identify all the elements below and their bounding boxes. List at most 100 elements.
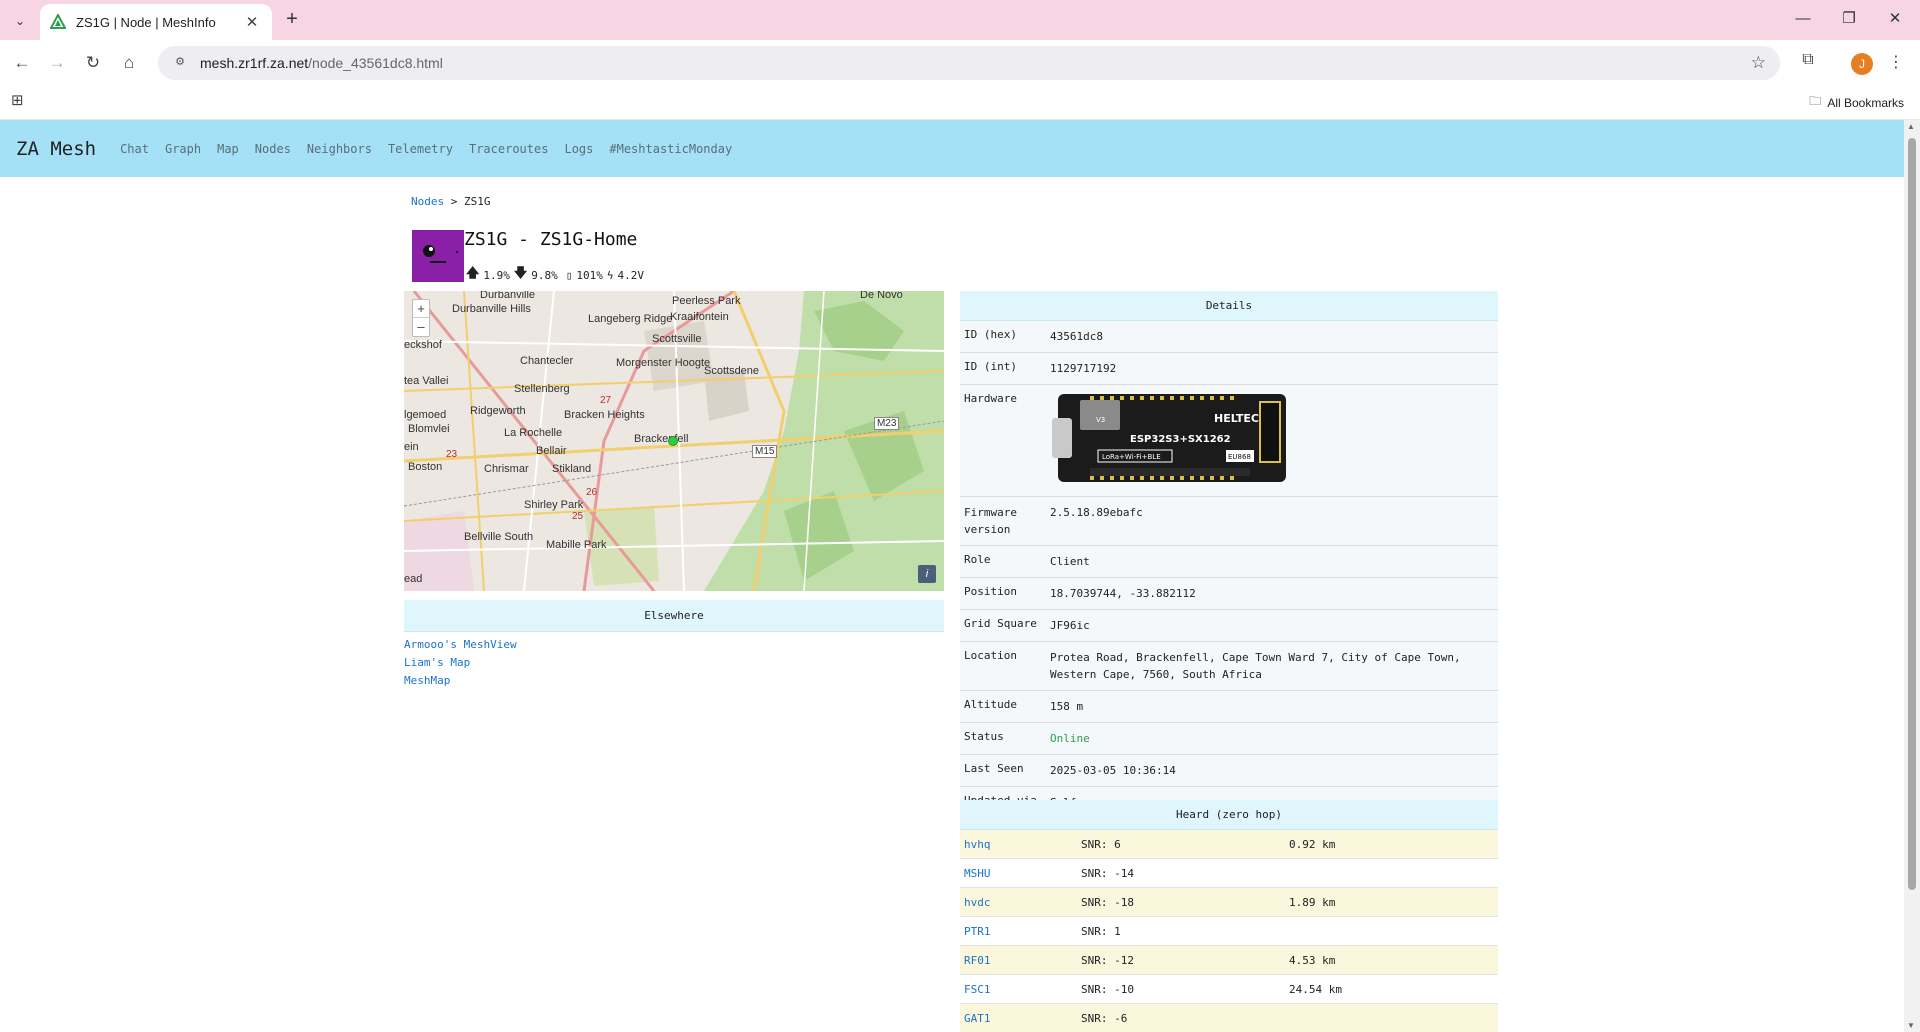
battery-icon: ▯ [565,268,573,282]
map-zoom-in-button[interactable]: + [413,300,429,318]
scroll-up-arrow-icon[interactable]: ▲ [1907,122,1915,131]
details-value: Client [1050,555,1090,568]
heard-node-link[interactable]: FSC1 [960,983,1081,996]
site-info-icon[interactable]: ⚙ [172,55,188,71]
heard-snr: SNR: -10 [1081,982,1134,996]
breadcrumb-nodes-link[interactable]: Nodes [411,195,444,208]
elsewhere-links: Armooo's MeshView Liam's Map MeshMap [404,636,517,690]
nav-link-traceroutes[interactable]: Traceroutes [469,142,548,156]
window-close-icon[interactable]: ✕ [1872,8,1918,32]
nav-link-nodes[interactable]: Nodes [255,142,291,156]
all-bookmarks-label: All Bookmarks [1827,95,1904,110]
details-value: 43561dc8 [1050,330,1103,343]
tab-search-chevron-icon[interactable]: ⌄ [8,9,32,33]
site-brand[interactable]: ZA Mesh [16,138,96,160]
heard-node-link[interactable]: GAT1 [960,1012,1081,1025]
nav-link-graph[interactable]: Graph [165,142,201,156]
map-place-label: Durbanville [480,291,536,301]
map-place-label: Scottsville [652,333,702,345]
nav-link-map[interactable]: Map [217,142,239,156]
map-place-label: 26 [586,487,598,498]
heard-snr: SNR: -12 [1081,953,1134,967]
map-place-label: Bellair [536,445,567,457]
table-row: GAT1 SNR: -6 [960,1004,1498,1032]
heard-snr: SNR: -18 [1081,895,1134,909]
map-place-label: Blomvlei [408,423,450,435]
node-avatar [412,230,464,282]
map-place-label: ein [404,441,419,453]
details-label: Firmware version [964,506,1017,536]
map-place-label: Ridgeworth [470,405,526,417]
table-row: RF01 SNR: -12 4.53 km [960,946,1498,975]
new-tab-icon[interactable]: + [280,8,304,32]
map-place-label: Peerless Park [672,295,741,307]
map-place-label: Stellenberg [514,383,570,395]
nav-link-chat[interactable]: Chat [120,142,149,156]
bookmark-star-icon[interactable]: ☆ [1751,53,1766,73]
rx-arrow-down-icon: 🡇 [513,266,528,281]
tab-close-icon[interactable]: ✕ [242,13,262,31]
page-scrollbar[interactable]: ▲ ▼ [1904,120,1920,1032]
bookmarks-bar [0,86,1920,120]
reload-icon[interactable]: ↻ [81,51,105,75]
map-place-label: Durbanville Hills [452,303,531,315]
details-label: Role [964,553,991,566]
map-place-label: tea Vallei [404,375,449,387]
details-row-altitude: Altitude 158 m [960,691,1498,723]
heard-node-link[interactable]: RF01 [960,954,1081,967]
details-row-firmware: Firmware version 2.5.18.89ebafc [960,497,1498,546]
tab-title: ZS1G | Node | MeshInfo [76,14,216,30]
map-place-label: Langeberg Ridge [588,313,673,325]
table-row: FSC1 SNR: -10 24.54 km [960,975,1498,1004]
map-place-label: Shirley Park [524,499,584,511]
apps-grid-icon[interactable]: ⊞ [11,91,24,109]
details-label: Position [964,585,1017,598]
breadcrumb-current: ZS1G [464,195,491,208]
home-icon[interactable]: ⌂ [117,51,141,75]
nav-link-telemetry[interactable]: Telemetry [388,142,453,156]
board-region-text: EU868 [1228,453,1251,461]
url-host: mesh.zr1rf.za.net [200,55,309,71]
address-bar[interactable]: ⚙ mesh.zr1rf.za.net /node_43561dc8.html … [158,46,1780,80]
map-place-label: eckshof [404,339,442,351]
elsewhere-link-meshmap[interactable]: MeshMap [404,672,517,690]
heard-node-link[interactable]: MSHU [960,867,1081,880]
scrollbar-thumb[interactable] [1908,138,1916,890]
elsewhere-link-meshview[interactable]: Armooo's MeshView [404,636,517,654]
details-row-last-seen: Last Seen 2025-03-05 10:36:14 [960,755,1498,787]
profile-avatar[interactable]: J [1851,53,1873,75]
details-row-position: Position 18.7039744, -33.882112 [960,578,1498,610]
table-row: MSHU SNR: -14 [960,859,1498,888]
all-bookmarks-button[interactable]: 🗀 All Bookmarks [1809,92,1904,113]
nav-link-meshtasticmonday[interactable]: #MeshtasticMonday [609,142,732,156]
table-row: hvdc SNR: -18 1.89 km [960,888,1498,917]
map-place-label: Kraaifontein [670,311,729,323]
heard-node-link[interactable]: hvhq [960,838,1081,851]
details-label: Last Seen [964,762,1024,775]
map-place-label: De Novo [860,291,903,301]
heard-table: Heard (zero hop) hvhq SNR: 6 0.92 km MSH… [960,800,1498,1032]
active-tab[interactable]: ZS1G | Node | MeshInfo ✕ [40,4,272,40]
details-row-id-int: ID (int) 1129717192 [960,353,1498,385]
scroll-down-arrow-icon[interactable]: ▼ [1907,1021,1915,1030]
browser-toolbar: ← → ↻ ⌂ ⚙ mesh.zr1rf.za.net /node_43561d… [0,40,1920,86]
browser-menu-icon[interactable]: ⋮ [1886,52,1906,76]
heard-node-link[interactable]: PTR1 [960,925,1081,938]
elsewhere-link-liams-map[interactable]: Liam's Map [404,654,517,672]
node-map[interactable]: Durbanville Durbanville Hills Peerless Par… [404,291,944,591]
restore-icon[interactable]: ❐ [1826,8,1872,32]
forward-icon[interactable]: → [45,51,69,75]
back-icon[interactable]: ← [10,51,34,75]
minimize-icon[interactable]: — [1780,8,1826,32]
node-position-marker[interactable] [668,436,678,446]
map-place-label: Mabille Park [546,539,607,551]
extensions-icon[interactable]: ⧉ [1796,51,1820,75]
nav-link-neighbors[interactable]: Neighbors [307,142,372,156]
map-attribution-info-button[interactable]: i [918,565,936,583]
map-zoom-control: + – [412,299,430,337]
folder-icon: 🗀 [1809,94,1822,108]
map-zoom-out-button[interactable]: – [413,318,429,336]
heard-node-link[interactable]: hvdc [960,896,1081,909]
heard-snr: SNR: 6 [1081,837,1121,851]
nav-link-logs[interactable]: Logs [564,142,593,156]
